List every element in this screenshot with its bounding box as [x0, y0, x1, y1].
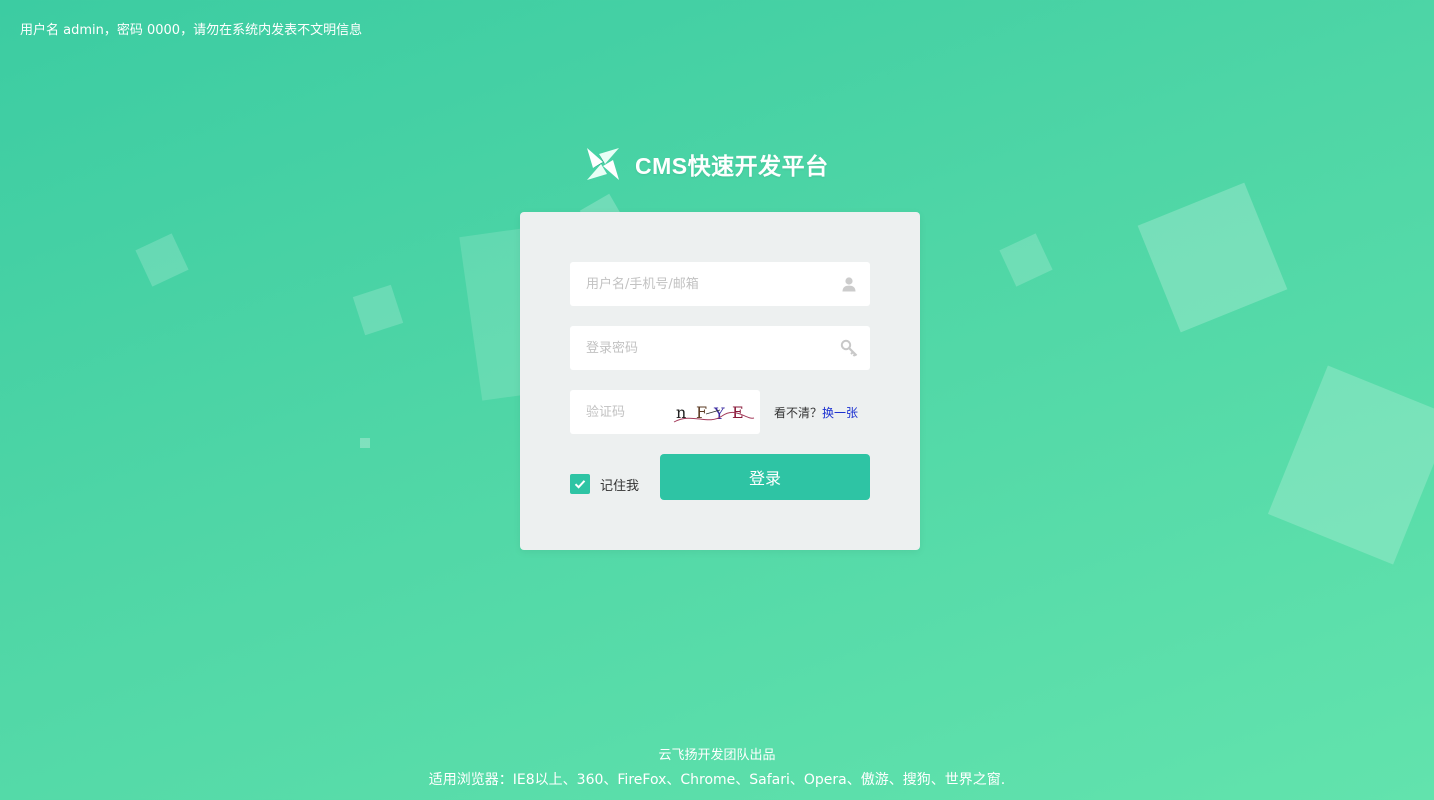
check-icon — [574, 480, 586, 489]
decorative-square — [360, 438, 370, 448]
user-icon — [840, 275, 858, 293]
username-input[interactable] — [570, 262, 870, 306]
decorative-square — [999, 233, 1053, 287]
key-icon — [840, 339, 858, 357]
login-notice: 用户名 admin，密码 0000，请勿在系统内发表不文明信息 — [20, 23, 363, 38]
captcha-image[interactable]: n F Y E — [672, 396, 756, 428]
remember-me[interactable]: 记住我 — [570, 474, 639, 494]
pinwheel-logo-icon — [585, 146, 621, 182]
decorative-square — [135, 233, 189, 287]
footer-browsers: 适用浏览器：IE8以上、360、FireFox、Chrome、Safari、Op… — [428, 772, 1006, 788]
login-button[interactable]: 登录 — [660, 454, 870, 500]
svg-text:Y: Y — [713, 404, 725, 423]
brand-title: CMS快速开发平台 — [635, 153, 829, 179]
remember-checkbox[interactable] — [570, 474, 590, 494]
captcha-hint-label: 看不清？ — [774, 406, 823, 420]
footer-credit: 云飞扬开发团队出品 — [658, 748, 776, 763]
captcha-hint: 看不清？换一张 — [774, 404, 858, 421]
decorative-square — [352, 284, 404, 336]
decorative-square — [1267, 365, 1434, 565]
password-input[interactable] — [570, 326, 870, 370]
password-field — [570, 326, 870, 370]
decorative-square — [1137, 182, 1288, 333]
captcha-refresh-link[interactable]: 换一张 — [822, 406, 858, 420]
username-field — [570, 262, 870, 306]
brand-header: CMS快速开发平台 — [585, 146, 829, 182]
captcha-field: n F Y E — [570, 390, 760, 434]
remember-label: 记住我 — [600, 478, 640, 494]
login-panel: n F Y E 看不清？换一张 记住我 登录 — [520, 212, 920, 550]
